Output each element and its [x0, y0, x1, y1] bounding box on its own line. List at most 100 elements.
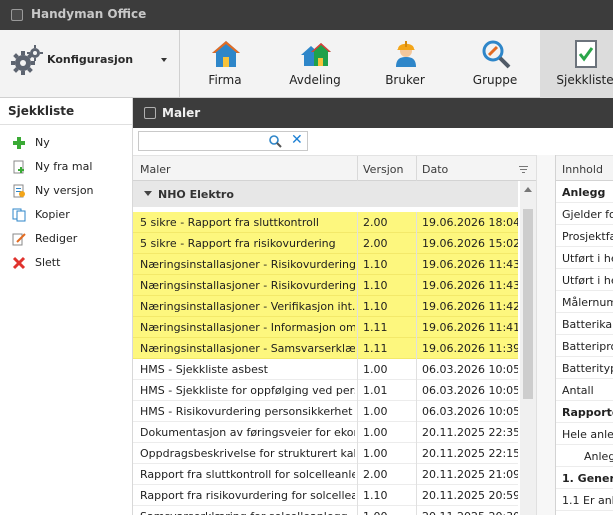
sidebar-item-new[interactable]: Ny	[0, 131, 132, 155]
content-header: Innhold	[556, 155, 613, 181]
table-row[interactable]: Næringsinstallasjoner - Risikovurdering …	[133, 254, 518, 275]
delete-icon	[12, 256, 26, 270]
search-icon[interactable]	[269, 135, 282, 148]
maler-panel-title: Maler	[162, 106, 201, 120]
copy-icon	[12, 208, 26, 222]
maler-panel-header: Maler	[133, 98, 613, 128]
row-name: Dokumentasjon av føringsveier for ekom i…	[140, 426, 355, 439]
row-date: 20.11.2025 21:09	[422, 468, 518, 481]
table-row[interactable]: Samsvarserklæring for solcelleanlegg 1.00…	[133, 506, 518, 515]
content-item[interactable]: Prosjektfase	[556, 225, 613, 247]
row-date: 19.06.2026 11:43	[422, 279, 518, 292]
row-version: 1.10	[363, 489, 388, 502]
gears-icon	[11, 45, 43, 75]
sidebar-item-new-from-template[interactable]: Ny fra mal	[0, 155, 132, 179]
column-header-versjon[interactable]: Versjon	[363, 163, 403, 176]
ribbon-sjekkliste-button[interactable]: Sjekkliste	[540, 30, 613, 98]
table-row[interactable]: 5 sikre - Rapport fra sluttkontroll 2.00 1…	[133, 212, 518, 233]
content-item[interactable]: Målernummer	[556, 291, 613, 313]
content-item[interactable]: Hele anlegget	[556, 423, 613, 445]
content-list: AnleggGjelder forProsjektfaseUtført i he…	[556, 181, 613, 515]
content-panel: Innhold AnleggGjelder forProsjektfaseUtf…	[555, 155, 613, 515]
row-version: 1.00	[363, 363, 388, 376]
wrench-magnifier-icon	[482, 40, 511, 69]
content-item[interactable]: Batteriprodusent	[556, 335, 613, 357]
row-name: HMS - Sjekkliste asbest	[140, 363, 268, 376]
collapse-triangle-icon[interactable]	[144, 191, 152, 196]
ribbon-firma-button[interactable]: Firma	[180, 30, 270, 98]
row-name: Næringsinstallasjoner - Samsvarserklærin…	[140, 342, 355, 355]
table-row[interactable]: Næringsinstallasjoner - Risikovurdering …	[133, 275, 518, 296]
table-row[interactable]: Oppdragsbeskrivelse for strukturert kabl…	[133, 443, 518, 464]
clear-search-icon[interactable]: ✕	[291, 132, 303, 148]
row-date: 06.03.2026 10:05	[422, 384, 518, 397]
content-item[interactable]: Batterikapasitet	[556, 313, 613, 335]
table-row[interactable]: HMS - Risikovurdering personsikkerhet 1.0…	[133, 401, 518, 422]
scroll-up-icon[interactable]	[524, 187, 532, 192]
plus-icon	[13, 137, 25, 149]
content-item[interactable]: Antall	[556, 379, 613, 401]
column-header-dato[interactable]: Dato	[422, 163, 448, 176]
ribbon: Konfigurasjon Firma Avdeling Bruker Grup…	[0, 30, 613, 98]
new-version-icon	[13, 184, 25, 198]
houses-icon	[301, 43, 331, 66]
table-row[interactable]: Næringsinstallasjoner - Verifikasjon iht…	[133, 296, 518, 317]
row-version: 1.11	[363, 321, 388, 334]
configuration-dropdown[interactable]: Konfigurasjon	[0, 30, 180, 98]
sort-filter-icon[interactable]	[519, 165, 528, 174]
table-row[interactable]: HMS - Sjekkliste asbest 1.00 06.03.2026 10…	[133, 359, 518, 380]
row-version: 1.00	[363, 426, 388, 439]
search-input[interactable]: ✕	[138, 131, 308, 151]
sidebar-item-copy[interactable]: Kopier	[0, 203, 132, 227]
house-icon	[212, 41, 240, 67]
row-version: 1.00	[363, 447, 388, 460]
table-row[interactable]: Næringsinstallasjoner - Informasjon om j…	[133, 317, 518, 338]
row-name: Rapport fra risikovurdering for solcelle…	[140, 489, 355, 502]
row-version: 1.10	[363, 258, 388, 271]
content-item[interactable]: Anlegg	[556, 181, 613, 203]
content-item[interactable]: Utført i henhold	[556, 269, 613, 291]
sidebar-item-edit[interactable]: Rediger	[0, 227, 132, 251]
sidebar-item-delete[interactable]: Slett	[0, 251, 132, 275]
checklist-icon	[575, 40, 597, 68]
scrollbar-thumb[interactable]	[523, 209, 533, 399]
ribbon-bruker-button[interactable]: Bruker	[360, 30, 450, 98]
row-name: 5 sikre - Rapport fra sluttkontroll	[140, 216, 319, 229]
content-item[interactable]: Gjelder for	[556, 203, 613, 225]
row-version: 1.10	[363, 279, 388, 292]
content-item[interactable]: Anlegg	[556, 445, 613, 467]
table-row[interactable]: Rapport fra sluttkontroll for solcellean…	[133, 464, 518, 485]
row-name: Næringsinstallasjoner - Risikovurdering …	[140, 279, 355, 292]
group-row-nho-elektro[interactable]: NHO Elektro	[133, 181, 518, 207]
content-item[interactable]: 1. Generelt	[556, 467, 613, 489]
content-item[interactable]: Batteritype	[556, 357, 613, 379]
table-row[interactable]: Rapport fra risikovurdering for solcelle…	[133, 485, 518, 506]
content-item[interactable]: Rapporten	[556, 401, 613, 423]
content-item[interactable]: Utført i henhold	[556, 247, 613, 269]
table-row[interactable]: Næringsinstallasjoner - Samsvarserklærin…	[133, 338, 518, 359]
row-date: 20.11.2025 22:15	[422, 447, 518, 460]
row-date: 19.06.2026 15:02	[422, 237, 518, 250]
row-date: 19.06.2026 11:39	[422, 342, 518, 355]
new-from-template-icon	[13, 160, 24, 174]
vertical-scrollbar[interactable]	[520, 181, 536, 515]
row-version: 2.00	[363, 237, 388, 250]
row-date: 06.03.2026 10:05	[422, 363, 518, 376]
content-item[interactable]: 2.6 Har du	[556, 511, 613, 515]
row-name: Oppdragsbeskrivelse for strukturert kabl…	[140, 447, 355, 460]
ribbon-gruppe-button[interactable]: Gruppe	[450, 30, 540, 98]
content-item[interactable]: 1.1 Er anlegget	[556, 489, 613, 511]
ribbon-avdeling-button[interactable]: Avdeling	[270, 30, 360, 98]
row-date: 19.06.2026 11:42	[422, 300, 518, 313]
sidebar-title: Sjekkliste	[0, 98, 132, 125]
row-date: 06.03.2026 10:05	[422, 405, 518, 418]
table-row[interactable]: 5 sikre - Rapport fra risikovurdering 2.0…	[133, 233, 518, 254]
table-row[interactable]: HMS - Sjekkliste for oppfølging ved pers…	[133, 380, 518, 401]
row-version: 1.00	[363, 405, 388, 418]
sidebar-item-new-version[interactable]: Ny versjon	[0, 179, 132, 203]
chevron-down-icon	[161, 58, 167, 62]
table-header: Maler Versjon Dato ...	[133, 155, 536, 182]
column-header-maler[interactable]: Maler	[140, 163, 171, 176]
table-row[interactable]: Dokumentasjon av føringsveier for ekom i…	[133, 422, 518, 443]
row-date: 20.11.2025 20:30	[422, 510, 518, 515]
